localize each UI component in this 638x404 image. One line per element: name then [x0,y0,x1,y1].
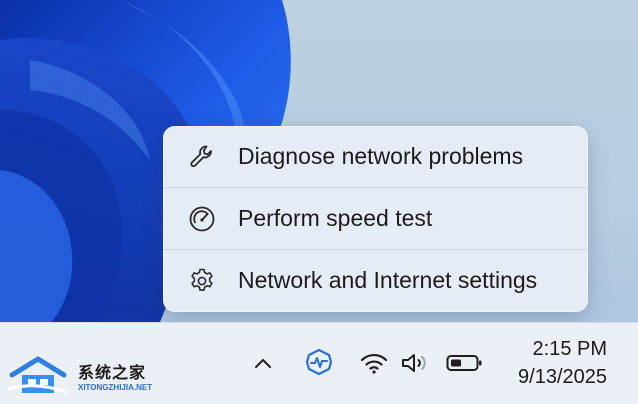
clock-date[interactable]: 9/13/2025 [518,366,607,389]
battery-button[interactable] [446,350,484,376]
speedometer-icon [187,204,217,234]
menu-item-label: Network and Internet settings [238,267,538,293]
network-context-menu: Diagnose network problems Perform speed … [163,126,588,312]
watermark-logo: 系统之家 XITONGZHIJIA.NET [8,353,168,404]
menu-item-label: Diagnose network problems [238,143,524,169]
volume-button[interactable] [400,350,432,376]
menu-item-diagnose[interactable]: Diagnose network problems [163,126,588,187]
desktop: Diagnose network problems Perform speed … [0,0,638,404]
menu-item-label: Perform speed test [238,205,433,231]
menu-item-speed-test[interactable]: Perform speed test [163,188,588,249]
chevron-up-icon [255,359,271,368]
wrench-icon [187,142,217,172]
gear-icon [187,266,217,296]
taskbar: 系统之家 XITONGZHIJIA.NET 2:15 PM 9/13/2025 [0,322,638,404]
app-tray-icon [305,348,333,376]
clock-time[interactable]: 2:15 PM [533,338,607,361]
watermark-title: 系统之家 [78,365,147,382]
battery-icon [446,355,482,371]
network-status-button[interactable] [360,350,388,376]
menu-item-network-settings[interactable]: Network and Internet settings [163,250,588,311]
watermark-subtitle: XITONGZHIJIA.NET [78,383,153,392]
volume-icon [402,354,426,372]
app-tray-button[interactable] [302,345,336,379]
house-logo-icon [8,356,69,395]
show-hidden-icons-button[interactable] [250,350,276,376]
wifi-icon [360,353,388,374]
